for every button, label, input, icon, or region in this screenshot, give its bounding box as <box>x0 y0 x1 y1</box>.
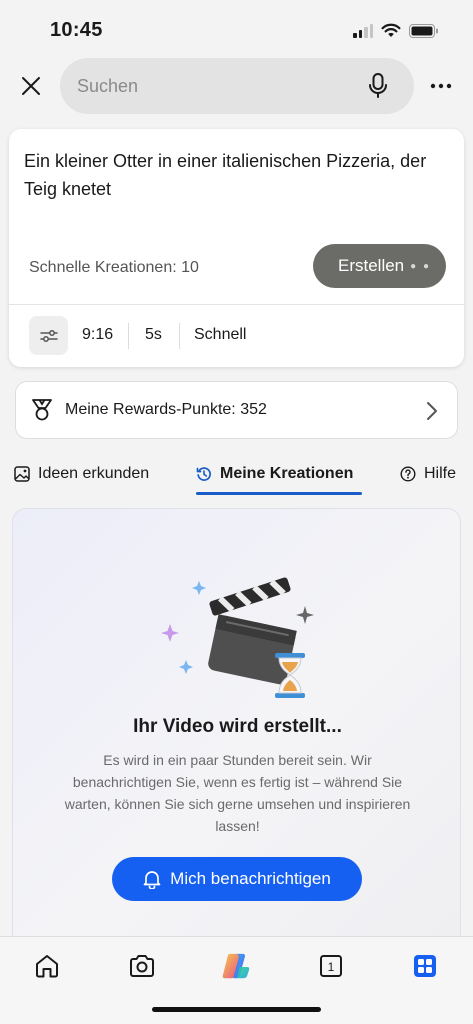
medal-icon <box>32 399 52 421</box>
quick-creations-count: Schnelle Kreationen: 10 <box>29 259 199 276</box>
loading-dots-icon: ● ● <box>410 260 431 272</box>
more-button[interactable] <box>429 74 453 98</box>
duration-option[interactable]: 5s <box>145 326 162 344</box>
nav-home[interactable] <box>32 951 62 981</box>
tab-label: Meine Kreationen <box>220 465 354 482</box>
tab-hilfe[interactable]: Hilfe <box>400 465 456 483</box>
divider <box>9 304 464 305</box>
notify-button[interactable]: Mich benachrichtigen <box>112 857 362 901</box>
search-placeholder: Suchen <box>77 76 139 96</box>
notify-button-label: Mich benachrichtigen <box>170 869 331 888</box>
chevron-right-icon <box>427 402 437 420</box>
clapperboard-hourglass-icon <box>161 577 314 698</box>
nav-camera[interactable] <box>127 951 157 981</box>
home-indicator[interactable] <box>152 1007 321 1012</box>
prompt-card: Ein kleiner Otter in einer italienischen… <box>9 129 464 367</box>
tab-count: 1 <box>328 960 335 974</box>
copilot-icon <box>222 953 250 979</box>
prompt-input[interactable]: Ein kleiner Otter in einer italienischen… <box>24 147 444 203</box>
create-button[interactable]: Erstellen ● ● <box>313 244 446 288</box>
nav-apps[interactable] <box>410 951 440 981</box>
active-tab-indicator <box>196 492 362 495</box>
rewards-label: Meine Rewards-Punkte: 352 <box>65 401 267 418</box>
tab-meine-kreationen[interactable]: Meine Kreationen <box>196 465 353 483</box>
search-input[interactable]: Suchen <box>60 58 414 114</box>
close-icon <box>22 77 40 95</box>
wifi-icon <box>381 23 401 37</box>
nav-tabs[interactable]: 1 <box>316 951 346 981</box>
option-separator <box>128 323 129 349</box>
option-separator <box>179 323 180 349</box>
microphone-button[interactable] <box>364 72 392 100</box>
microphone-icon <box>369 73 387 98</box>
status-time: 10:45 <box>50 19 103 41</box>
apps-icon <box>414 955 436 977</box>
home-icon <box>36 955 58 978</box>
tab-ideen-erkunden[interactable]: Ideen erkunden <box>14 465 149 483</box>
rewards-row[interactable]: Meine Rewards-Punkte: 352 <box>15 381 458 439</box>
tabs-icon: 1 <box>320 955 342 977</box>
status-description: Es wird in ein paar Stunden bereit sein.… <box>64 752 411 834</box>
aspect-ratio-option[interactable]: 9:16 <box>82 326 113 344</box>
create-button-label: Erstellen <box>338 256 405 275</box>
camera-icon <box>130 955 154 977</box>
tab-bar: Ideen erkunden Meine Kreationen Hilfe <box>0 458 473 498</box>
tab-label: Hilfe <box>424 465 457 482</box>
tab-label: Ideen erkunden <box>38 465 150 482</box>
image-icon <box>14 466 30 482</box>
sliders-icon <box>39 329 58 342</box>
status-bar: 10:45 <box>0 0 473 60</box>
nav-copilot[interactable] <box>221 951 251 981</box>
signal-icon <box>353 23 373 38</box>
status-icons <box>353 23 439 38</box>
settings-button[interactable] <box>29 316 68 355</box>
more-icon <box>430 83 452 89</box>
help-icon <box>400 466 416 482</box>
speed-option[interactable]: Schnell <box>194 326 246 344</box>
battery-icon <box>409 23 438 38</box>
creation-status-card: Ihr Video wird erstellt... Es wird in ei… <box>12 508 461 938</box>
close-button[interactable] <box>17 72 45 100</box>
history-icon <box>196 467 211 481</box>
status-title: Ihr Video wird erstellt... <box>133 716 342 737</box>
top-bar: Suchen <box>0 58 473 114</box>
bell-icon <box>143 871 161 889</box>
